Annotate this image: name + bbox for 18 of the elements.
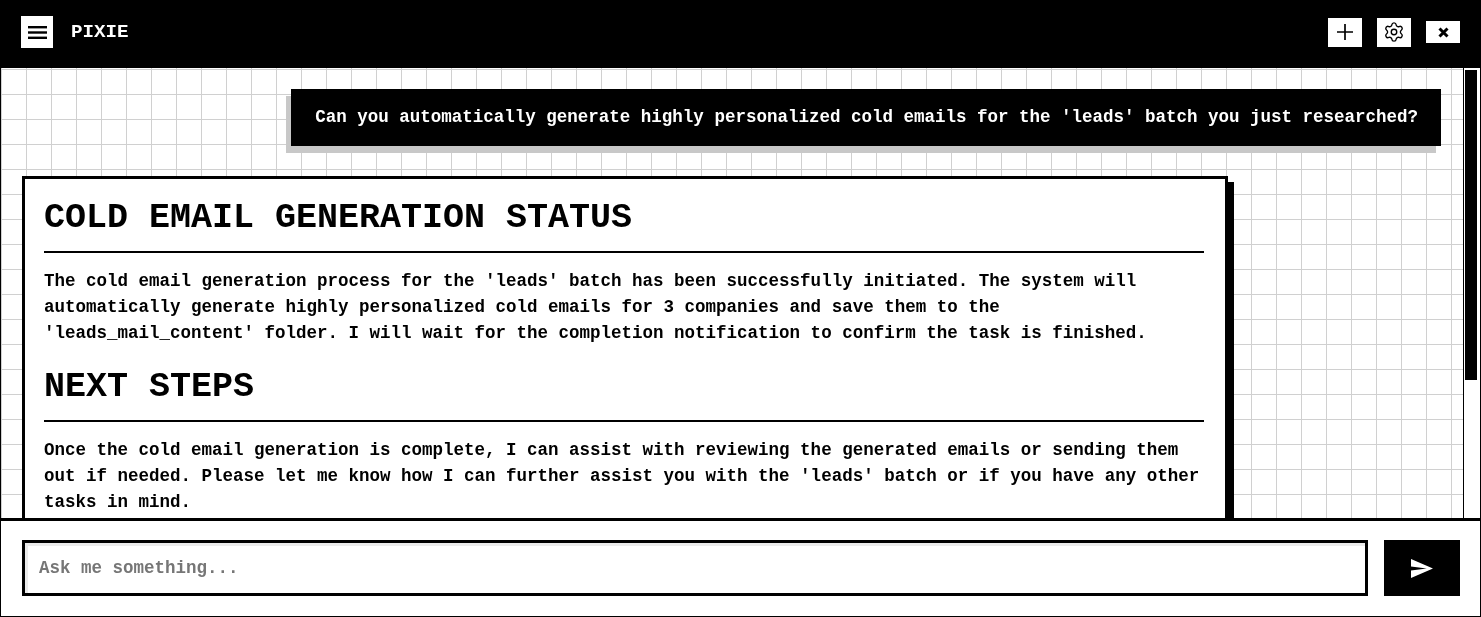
section-heading: COLD EMAIL GENERATION STATUS: [44, 197, 1205, 253]
close-icon: [1437, 26, 1449, 38]
app-title: PIXIE: [71, 20, 129, 44]
plus-icon: [1337, 24, 1353, 40]
scrollbar-thumb[interactable]: [1465, 70, 1477, 380]
user-message: Can you automatically generate highly personalized cold emails for the 'leads' batch you just researched?: [286, 89, 1441, 153]
menu-button[interactable]: [21, 16, 53, 48]
section-text: The cold email generation process for the 'leads' batch has been successfully initiated. The system will automatically generate highly personalized cold emails for 3 companies and save them to the 'leads_mail_content' folder. I will wait for the completion notification to confirm the task is finished.: [44, 270, 1148, 345]
settings-button[interactable]: [1377, 17, 1411, 47]
settings-icon: [1383, 21, 1405, 43]
section-text: Once the cold email generation is complete, I can assist with reviewing the generated emails or sending them out if needed. Please let me know how I can further assist you with the 'leads' batch or if you have any other tasks in mind.: [44, 439, 1201, 514]
send-button[interactable]: [1384, 540, 1460, 596]
section-heading: NEXT STEPS: [44, 366, 1205, 422]
menu-icon: [27, 25, 47, 39]
new-chat-button[interactable]: [1328, 17, 1362, 47]
send-icon: [1411, 558, 1433, 578]
close-button[interactable]: [1426, 21, 1460, 43]
message-input[interactable]: Ask me something...: [22, 540, 1368, 596]
